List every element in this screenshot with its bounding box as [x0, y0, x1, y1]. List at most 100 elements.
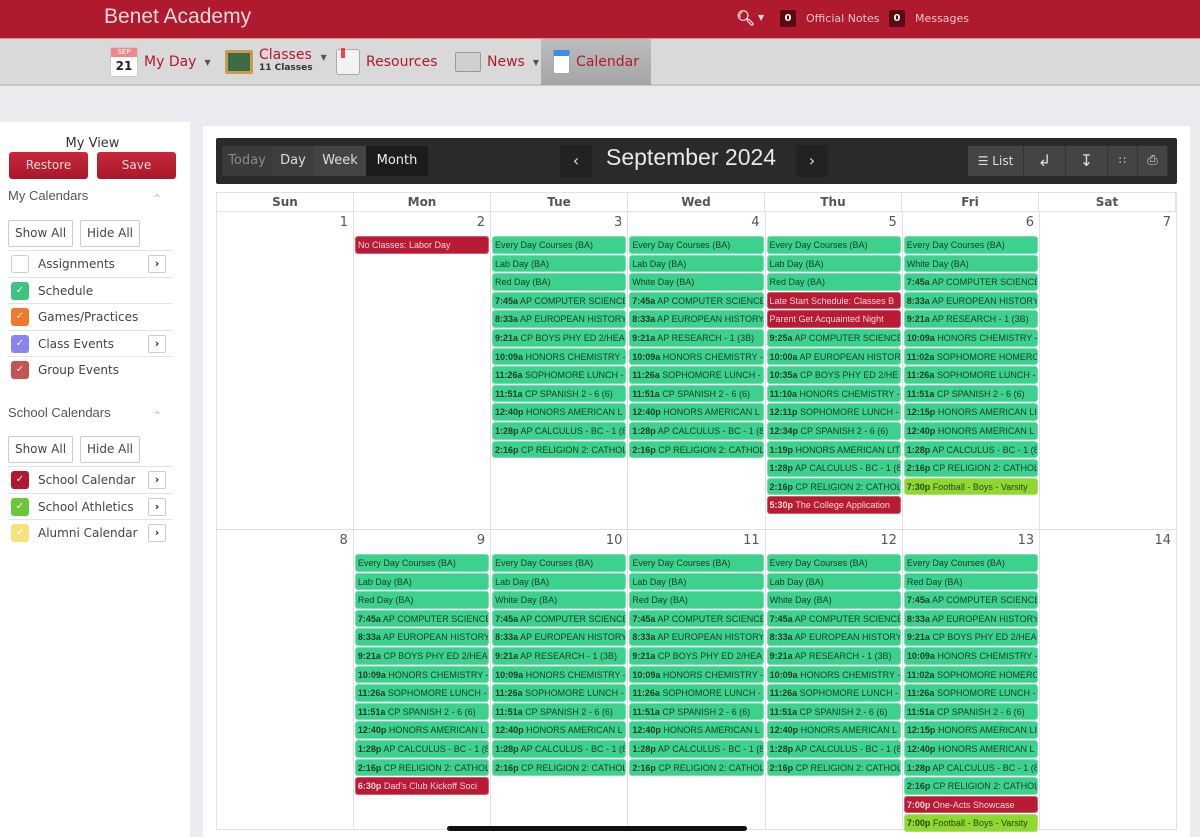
calendar-event[interactable]: Every Day Courses (BA) — [491, 236, 627, 254]
calendar-event[interactable]: 10:09a HONORS CHEMISTRY - — [629, 347, 764, 366]
day-number[interactable]: 2 — [354, 212, 490, 236]
day-number[interactable]: 13 — [903, 530, 1039, 554]
day-cell[interactable]: 14 — [1040, 530, 1177, 830]
calendar-event[interactable]: 8:33a AP EUROPEAN HISTORY — [903, 609, 1039, 628]
calendar-event[interactable]: 12:40p HONORS AMERICAN L — [629, 721, 764, 739]
calendar-event[interactable]: 9:21a AP RESEARCH - 1 (3B) — [903, 310, 1039, 328]
calendar-event[interactable]: Lab Day (BA) — [766, 254, 901, 273]
list-view-button[interactable]: ☰ List — [968, 146, 1024, 176]
day-cell[interactable]: 5 Every Day Courses (BA) Lab Day (BA) Red D… — [765, 212, 903, 530]
calendar-event[interactable]: 11:02a SOPHOMORE HOMERO — [903, 665, 1039, 684]
calendar-event[interactable]: 10:09a HONORS CHEMISTRY - — [903, 328, 1039, 347]
day-cell[interactable]: 3 Every Day Courses (BA) Lab Day (BA) Red D… — [490, 212, 629, 530]
calendar-toggle-row[interactable]: ✓ Alumni Calendar › — [8, 519, 172, 546]
calendar-event[interactable]: 9:21a CP BOYS PHY ED 2/HEA — [629, 646, 764, 665]
calendar-event[interactable]: Red Day (BA) — [354, 591, 490, 609]
day-number[interactable]: 14 — [1040, 530, 1176, 554]
collapse-chevron-icon[interactable]: ⌃ — [152, 192, 162, 206]
day-cell[interactable]: 1 — [217, 212, 354, 530]
calendar-event[interactable]: 7:45a AP COMPUTER SCIENCE — [491, 291, 627, 310]
calendar-event[interactable]: 12:40p HONORS AMERICAN L — [903, 421, 1039, 440]
calendar-event[interactable]: 7:45a AP COMPUTER SCIENCE — [492, 609, 627, 628]
calendar-event[interactable]: 2:16p CP RELIGION 2: CATHOL — [629, 440, 764, 459]
calendar-event[interactable]: 7:45a AP COMPUTER SCIENCE — [354, 609, 490, 628]
save-button[interactable]: Save — [97, 152, 176, 179]
calendar-event[interactable]: Every Day Courses (BA) — [903, 236, 1039, 254]
calendar-event[interactable]: Every Day Courses (BA) — [766, 236, 901, 254]
calendar-event[interactable]: 5:30p The College Application — [766, 496, 901, 514]
calendar-event[interactable]: Lab Day (BA) — [629, 572, 764, 591]
calendar-event[interactable]: Every Day Courses (BA) — [766, 554, 901, 572]
calendar-event[interactable]: 6:30p Dad's Club Kickoff Soci — [354, 777, 490, 795]
calendar-event[interactable]: Late Start Schedule: Classes B — [766, 291, 901, 310]
day-number[interactable]: 9 — [354, 530, 490, 554]
calendar-event[interactable]: No Classes: Labor Day — [354, 236, 489, 254]
day-cell[interactable]: 11 Every Day Courses (BA) Lab Day (BA) Red … — [628, 530, 766, 830]
search-dropdown-caret-icon[interactable]: ▼ — [758, 13, 764, 22]
calendar-event[interactable]: 8:33a AP EUROPEAN HISTORY — [354, 628, 490, 646]
calendar-event[interactable]: 11:26a SOPHOMORE LUNCH - — [629, 366, 764, 384]
calendar-event[interactable]: 2:16p CP RELIGION 2: CATHOL — [491, 440, 627, 459]
day-cell[interactable]: 4 Every Day Courses (BA) Lab Day (BA) White… — [628, 212, 766, 530]
calendar-checkbox[interactable]: ✓ — [11, 308, 29, 326]
calendar-event[interactable]: 10:09a HONORS CHEMISTRY - — [491, 347, 627, 366]
calendar-event[interactable]: 7:45a AP COMPUTER SCIENCE — [629, 609, 764, 628]
calendar-event[interactable]: 12:40p HONORS AMERICAN L — [354, 721, 490, 739]
calendar-event[interactable]: 12:40p HONORS AMERICAN L — [766, 721, 901, 739]
my-calendars-hide-all-button[interactable]: Hide All — [80, 220, 140, 247]
calendar-event[interactable]: Every Day Courses (BA) — [629, 554, 764, 572]
calendar-event[interactable]: 1:28p AP CALCULUS - BC - 1 (8 — [354, 739, 490, 758]
day-number[interactable]: 4 — [628, 212, 764, 236]
calendar-event[interactable]: 9:25a AP COMPUTER SCIENCE — [766, 328, 901, 347]
calendar-event[interactable]: 12:11p SOPHOMORE LUNCH - — [766, 403, 901, 421]
rss-feed-icon[interactable]: ∷ — [1108, 146, 1138, 176]
calendar-event[interactable]: 12:40p HONORS AMERICAN L — [491, 403, 627, 421]
day-cell[interactable]: 9 Every Day Courses (BA) Lab Day (BA) Red D… — [353, 530, 492, 830]
calendar-event[interactable]: 7:45a AP COMPUTER SCIENCE — [629, 291, 764, 310]
calendar-event[interactable]: 7:45a AP COMPUTER SCIENCE — [766, 609, 901, 628]
calendar-event[interactable]: 11:51a CP SPANISH 2 - 6 (6) — [629, 384, 764, 403]
calendar-toggle-row[interactable]: ✓ Schedule — [8, 276, 172, 304]
calendar-checkbox[interactable]: ✓ — [11, 361, 29, 379]
calendar-event[interactable]: 9:21a CP BOYS PHY ED 2/HEA — [903, 628, 1039, 646]
calendar-event[interactable]: 8:33a AP EUROPEAN HISTORY — [629, 628, 764, 646]
day-cell[interactable]: 7 — [1040, 212, 1178, 530]
calendar-checkbox[interactable]: ✓ — [11, 334, 29, 353]
calendar-event[interactable]: White Day (BA) — [492, 591, 627, 609]
calendar-toggle-row[interactable]: ✓ Class Events › — [8, 329, 172, 357]
my-calendars-show-all-button[interactable]: Show All — [8, 220, 73, 247]
calendar-checkbox[interactable]: ✓ — [11, 497, 29, 516]
calendar-event[interactable]: Every Day Courses (BA) — [354, 554, 490, 572]
next-month-button[interactable]: › — [796, 145, 828, 177]
calendar-event[interactable]: 1:28p AP CALCULUS - BC - 1 (8 — [766, 739, 901, 758]
calendar-event[interactable]: 11:26a SOPHOMORE LUNCH - — [491, 366, 627, 384]
calendar-event[interactable]: 10:09a HONORS CHEMISTRY - — [492, 665, 627, 684]
wrap-text-icon[interactable]: ↲ — [1024, 146, 1066, 176]
calendar-event[interactable]: 10:35a CP BOYS PHY ED 2/HE — [766, 366, 901, 384]
calendar-event[interactable]: Red Day (BA) — [766, 273, 901, 291]
month-view-button[interactable]: Month — [366, 146, 428, 176]
calendar-checkbox[interactable]: ✓ — [11, 281, 29, 300]
day-cell[interactable]: 6 Every Day Courses (BA) White Day (BA) 7:4… — [902, 212, 1041, 530]
expand-rows-icon[interactable]: ↧ — [1066, 146, 1108, 176]
calendar-event[interactable]: 9:21a AP RESEARCH - 1 (3B) — [629, 328, 764, 347]
nav-classes[interactable]: Classes 11 Classes ▼ — [225, 39, 327, 85]
calendar-event[interactable]: 11:26a SOPHOMORE LUNCH - — [354, 684, 490, 702]
calendar-event[interactable]: 12:15p HONORS AMERICAN LI — [903, 721, 1039, 739]
calendar-event[interactable]: Red Day (BA) — [903, 572, 1039, 591]
calendar-toggle-row[interactable]: Assignments › — [8, 250, 172, 277]
calendar-event[interactable]: 8:33a AP EUROPEAN HISTORY — [492, 628, 627, 646]
calendar-checkbox[interactable]: ✓ — [11, 471, 29, 489]
calendar-event[interactable]: 11:51a CP SPANISH 2 - 6 (6) — [903, 702, 1039, 721]
day-number[interactable]: 7 — [1040, 212, 1176, 236]
day-number[interactable]: 1 — [217, 212, 353, 236]
nav-calendar[interactable]: Calendar — [541, 39, 651, 85]
calendar-event[interactable]: 2:16p CP RELIGION 2: CATHOL — [766, 477, 901, 496]
previous-month-button[interactable]: ‹ — [560, 145, 592, 177]
calendar-event[interactable]: 11:26a SOPHOMORE LUNCH - — [903, 366, 1039, 384]
calendar-event[interactable]: 11:26a SOPHOMORE LUNCH - — [903, 684, 1039, 702]
calendar-event[interactable]: 12:34p CP SPANISH 2 - 6 (6) — [766, 421, 901, 440]
calendar-event[interactable]: 7:45a AP COMPUTER SCIENCE — [903, 591, 1039, 609]
calendar-event[interactable]: Every Day Courses (BA) — [903, 554, 1039, 572]
calendar-event[interactable]: 10:09a HONORS CHEMISTRY - — [903, 646, 1039, 665]
